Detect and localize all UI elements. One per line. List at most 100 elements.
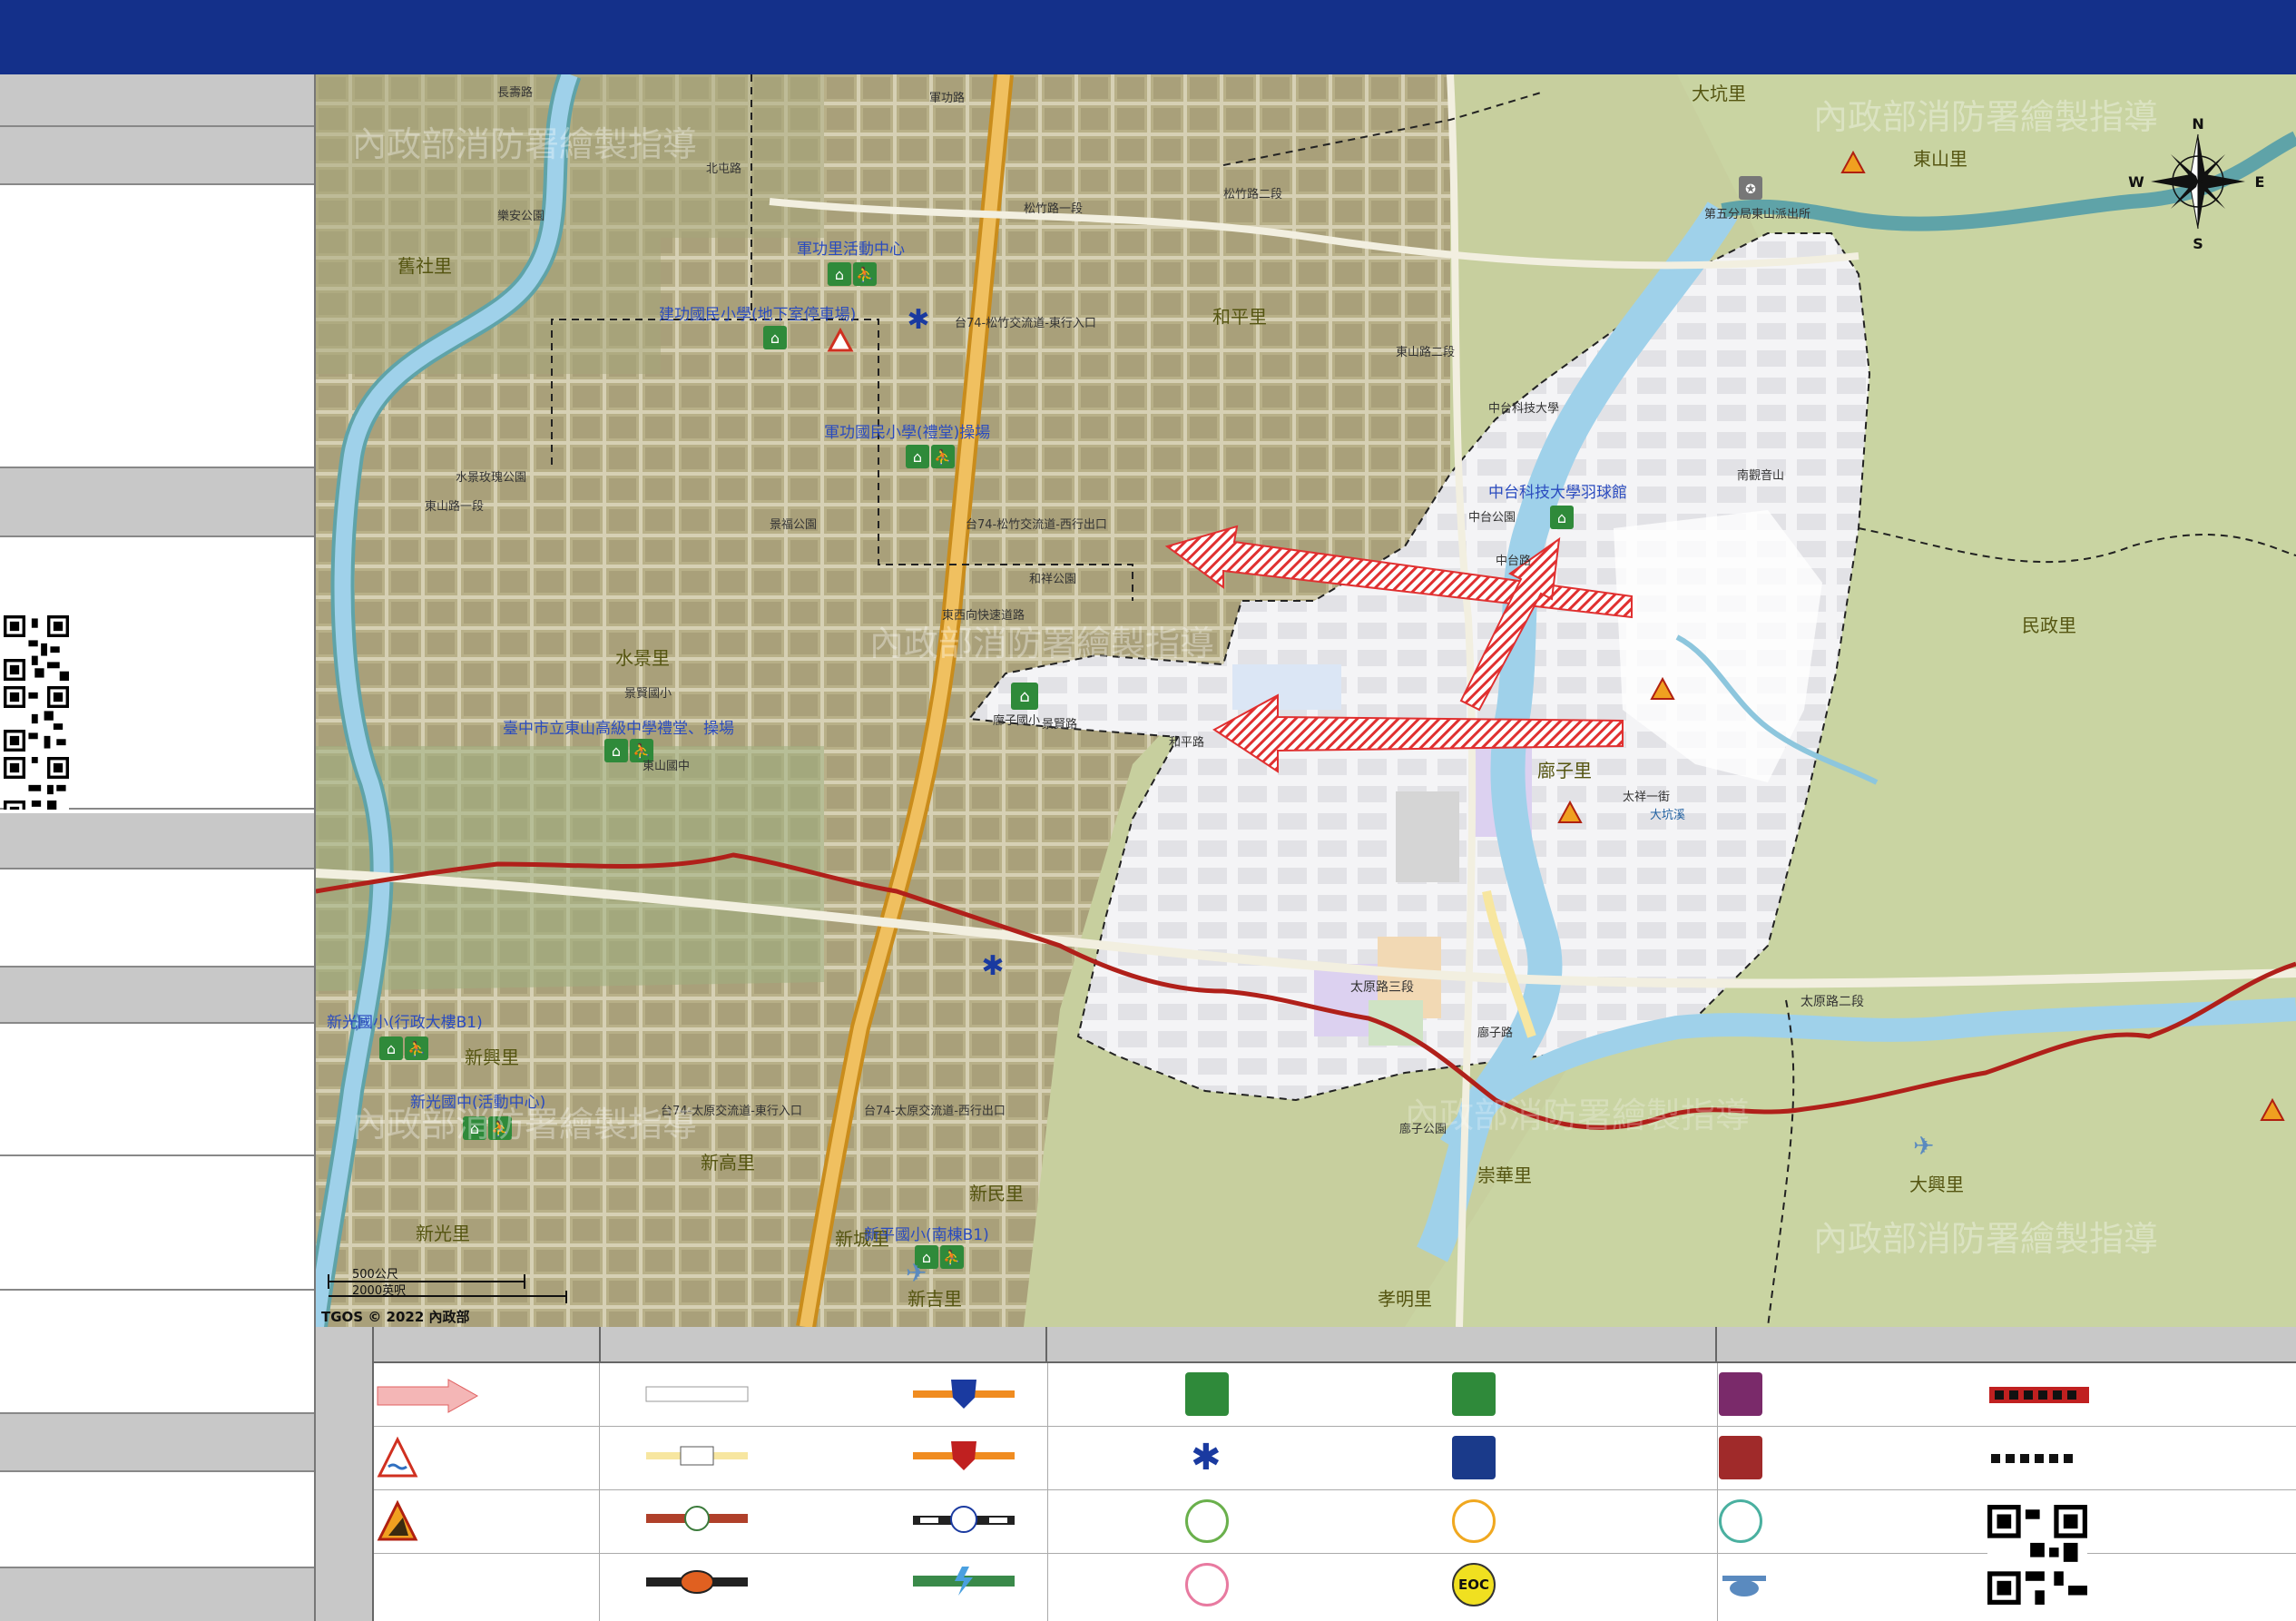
village-label: 新光里 [416,1223,470,1244]
place-label: 樂安公園 [497,209,545,223]
legend-wheelchair-icon [1185,1499,1229,1543]
legend-black-dashed-boundary-icon [1991,1454,2073,1463]
place-label: 和祥公園 [1029,573,1076,586]
sidebar-header-2 [0,127,314,185]
village-label: 和平里 [1212,306,1267,328]
sidebar-section-6 [0,1472,314,1568]
village-label: 水景里 [615,647,670,669]
legend-header-divider [599,1327,601,1363]
village-label: 孝明里 [1378,1288,1432,1310]
village-label: 新興里 [465,1046,519,1068]
shelter-icon-buzi[interactable]: ⌂ [1011,683,1038,710]
svg-text:⌂: ⌂ [1557,509,1566,526]
qr-code-1[interactable] [4,615,69,681]
medical-icon-1[interactable]: ✱ [907,304,929,336]
street-label: 大坑溪 [1650,809,1685,822]
village-label: 大興里 [1909,1174,1964,1195]
place-label: 第五分局東山派出所 [1704,207,1810,221]
sidebar-section-5c [0,1291,314,1414]
village-label: 新吉里 [908,1288,962,1310]
qr-code-2[interactable] [4,686,69,752]
scale-label-imperial: 2000英呎 [352,1284,406,1298]
compass-n: N [2192,115,2203,133]
gray-zone [1396,791,1459,882]
legend-government-building-icon [1719,1372,1762,1416]
legend-railway-icon [913,1506,1015,1533]
place-label: 水景玫瑰公園 [456,470,526,485]
sidebar-header-4 [0,813,314,869]
place-label: 景賢國小 [624,687,672,701]
legend-landslide-warning-icon [377,1499,418,1541]
street-label: 廍子路 [1477,1026,1513,1040]
legend-helicopter-icon [1722,1576,1766,1596]
place-label: 景福公園 [770,518,817,532]
shelter-label: 軍功里活動中心 [797,241,905,259]
helicopter-icon-3[interactable]: ✈ [906,1258,927,1288]
legend-outdoor-shelter-icon [1185,1372,1229,1416]
sidebar-header-5 [0,968,314,1024]
compass-e: E [2255,173,2265,191]
legend-road-yellow-icon [646,1446,748,1466]
legend-col-divider [599,1363,600,1621]
svg-text:⛹: ⛹ [407,1040,426,1057]
scale-label-metric: 500公尺 [352,1268,398,1282]
street-label: 松竹路一段 [1024,201,1083,216]
svg-text:⌂: ⌂ [913,448,922,466]
shelter-label: 臺中市立東山高級中學禮堂、操場 [503,720,734,738]
village-label: 崇華里 [1477,1164,1532,1186]
svg-text:✪: ✪ [1745,182,1756,197]
legend-elderly-icon [1452,1499,1496,1543]
sidebar-header-1 [0,74,314,127]
info-sidebar [0,74,316,1621]
svg-text:⛹: ⛹ [856,266,874,283]
compass-w: W [2128,173,2144,191]
street-label: 東西向快速道路 [942,608,1025,623]
place-label: 台74-太原交流道-西行出口 [864,1104,1006,1118]
legend-evacuation-arrow-icon [377,1379,479,1413]
shelter-label: 新光國小(行政大樓B1) [327,1014,483,1032]
medical-icon-2[interactable]: ✱ [981,950,1004,982]
sidebar-section-4 [0,869,314,968]
shelter-label: 廍子國小 [993,713,1040,728]
shelter-label: 建功國民小學(地下室停車場) [659,306,856,324]
village-label: 新高里 [701,1152,755,1174]
map-legend: ✱ EOC [316,1327,2296,1621]
legend-medical-icon: ✱ [1185,1436,1229,1479]
legend-power-line-icon [913,1567,1015,1596]
street-label: 北屯路 [706,162,741,176]
legend-eoc-icon: EOC [1452,1563,1496,1606]
map-canvas[interactable]: ⌂ ⛹ ⌂ ⌂ ⛹ ⌂ ⌂ ⌂ ⛹ ⌂ ⛹ ⌂ ⛹ ⌂ ⛹ ✱ ✱ ✪ ✈ ✈ ✈ 舊社里 … [316,74,2296,1327]
legend-side-label [316,1327,374,1621]
shelter-label: 新平國小(南棟B1) [864,1226,989,1244]
svg-text:⌂: ⌂ [835,266,844,283]
helicopter-icon-2[interactable]: ✈ [1913,1131,1934,1161]
eoc-text: EOC [1457,1577,1489,1593]
sidebar-section-info [0,185,314,468]
watermark: 內政部消防署繪製指導 [1813,1219,2158,1259]
place-label: 東山國中 [643,759,690,773]
title-bar [0,0,2296,74]
legend-police-shield-blue-icon [913,1380,1015,1409]
place-label: 中台科技大學 [1488,402,1559,416]
legend-header-divider [1045,1327,1047,1363]
copyright: TGOS © 2022 內政部 [321,1309,470,1325]
shelter-icon-jiangong[interactable]: ⌂ [763,326,787,349]
legend-road-white-icon [645,1386,749,1402]
village-label: 東山里 [1913,148,1967,170]
street-label: 和平路 [1169,735,1204,750]
legend-header [374,1327,2296,1363]
legend-red-dashed-boundary-icon [1989,1387,2089,1403]
legend-qr-code[interactable] [1987,1505,2087,1605]
shelter-icon-zhongtai[interactable]: ⌂ [1550,506,1574,529]
svg-text:⌂: ⌂ [387,1040,396,1057]
svg-text:⌂: ⌂ [1019,687,1029,706]
place-label: 台74-松竹交流道-西行出口 [966,517,1107,532]
legend-infant-care-icon [1719,1499,1762,1543]
village-label: 民政里 [2022,614,2076,636]
legend-indoor-shelter-icon [1452,1372,1496,1416]
legend-flood-warning-icon [377,1436,418,1478]
sidebar-section-5b [0,1156,314,1291]
evacuation-map[interactable]: ⌂ ⛹ ⌂ ⌂ ⛹ ⌂ ⌂ ⌂ ⛹ ⌂ ⛹ ⌂ ⛹ ⌂ ⛹ ✱ ✱ ✪ ✈ ✈ ✈ 舊社里 … [316,74,2296,1327]
police-station-icon[interactable]: ✪ [1739,176,1762,200]
street-label: 東山路一段 [425,499,484,514]
